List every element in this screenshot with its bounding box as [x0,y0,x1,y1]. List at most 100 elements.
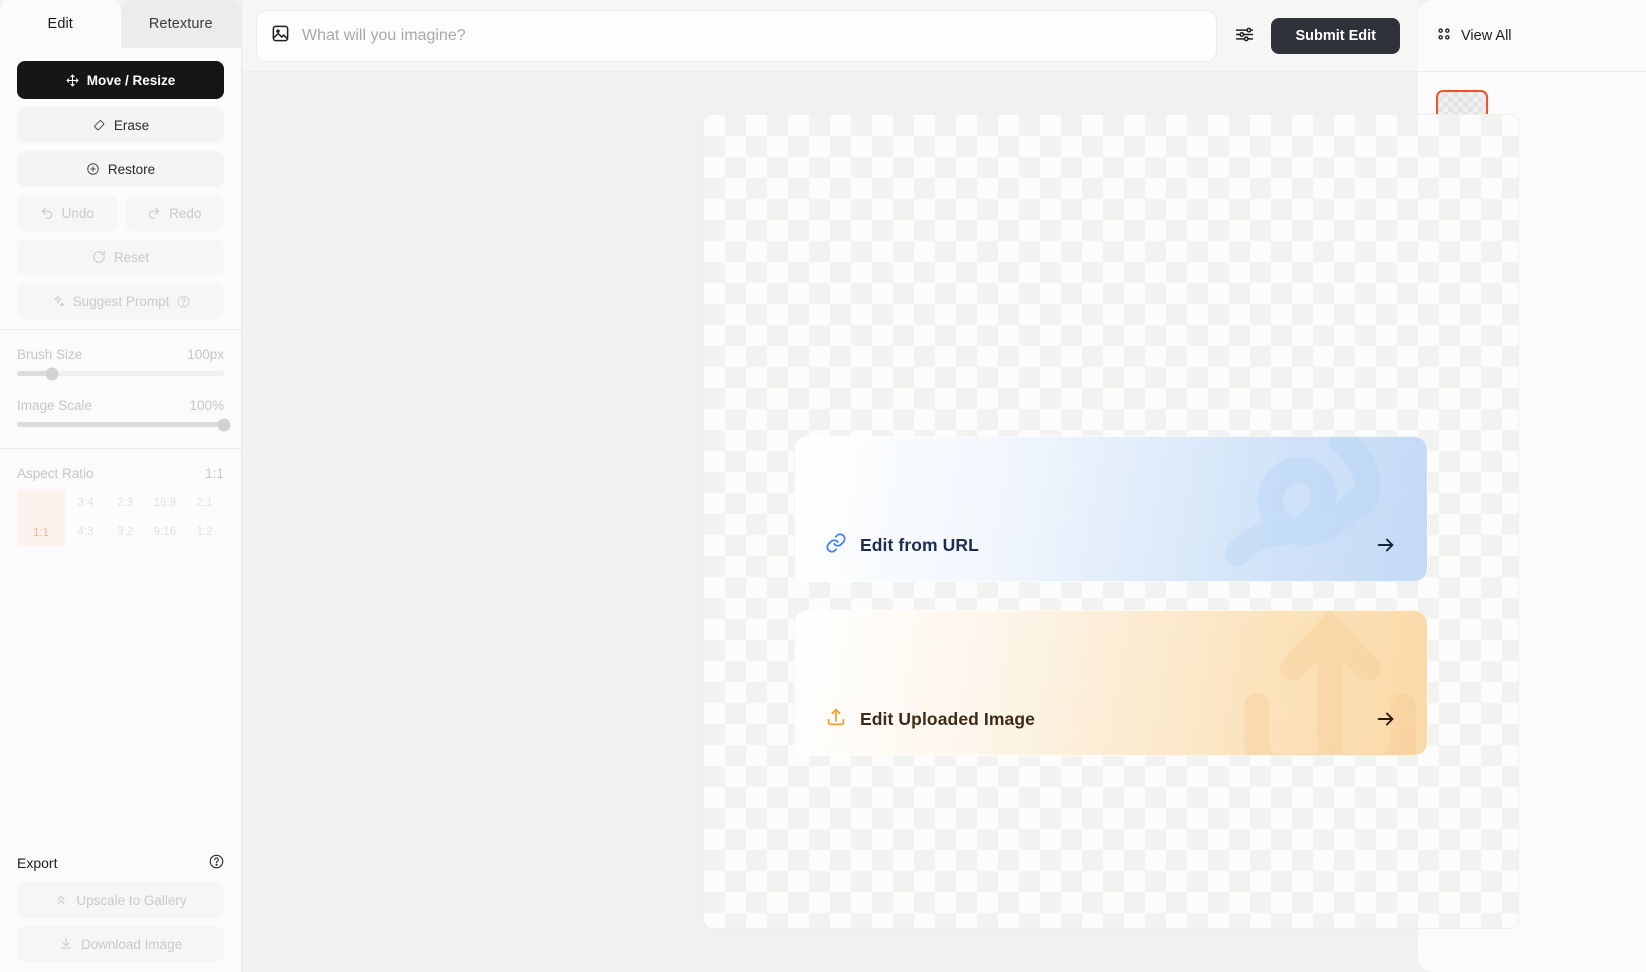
aspect-ratio-option-3-4-label: 3:4 [77,497,94,509]
reset-label: Reset [113,249,150,265]
suggest-prompt-label: Suggest Prompt [72,293,170,309]
brush-size-knob[interactable] [45,367,59,380]
aspect-ratio-option-2-3-label: 2:3 [117,497,134,509]
undo-arrow-icon [40,206,54,220]
restore-button[interactable]: Restore [17,151,224,187]
prompt-input[interactable] [302,26,1203,45]
aspect-ratio-option-4-3[interactable]: 4:3 [66,518,105,546]
aspect-ratio-label: Aspect Ratio [17,466,94,481]
canvas-area: Edit from URL Edit Uploaded Image [242,72,1519,972]
aspect-ratio-option-9-16[interactable]: 9:16 [145,518,185,546]
aspect-ratio-option-2-1[interactable]: 2:1 [185,489,224,517]
edit-uploaded-image-card[interactable]: Edit Uploaded Image [794,610,1428,756]
brush-size-slider[interactable] [17,367,224,380]
aspect-ratio-option-4-3-label: 4:3 [77,526,94,538]
tab-edit[interactable]: Edit [0,0,121,48]
move-resize-label: Move / Resize [86,72,176,88]
image-scale-knob[interactable] [217,418,231,431]
image-scale-label: Image Scale [17,398,93,413]
edit-from-url-card-footer: Edit from URL [795,509,1427,581]
aspect-ratio-option-3-2[interactable]: 3:2 [105,518,145,546]
erase-button[interactable]: Erase [17,107,224,143]
tab-retexture-label: Retexture [148,16,213,32]
restore-icon [86,162,100,176]
view-all-button[interactable]: View All [1418,0,1646,72]
image-scale-header: Image Scale 100% [17,398,224,413]
submit-edit-button[interactable]: Submit Edit [1271,17,1400,54]
upscale-to-gallery-label: Upscale to Gallery [76,892,187,908]
restore-label: Restore [107,161,156,177]
edit-uploaded-image-card-footer: Edit Uploaded Image [795,683,1427,755]
refresh-icon [92,250,106,264]
redo-button[interactable]: Redo [124,195,224,231]
aspect-ratio-option-3-2-label: 3:2 [117,526,134,538]
aspect-ratio-header: Aspect Ratio 1:1 [17,466,224,481]
aspect-ratio-option-9-16-label: 9:16 [153,526,177,538]
download-image-label: Download Image [80,936,183,952]
brush-size-label: Brush Size [17,347,83,362]
main-area: Submit Edit [242,0,1519,972]
export-header: Export [17,854,224,872]
image-icon [271,24,290,48]
arrow-right-icon [1375,534,1397,556]
edit-from-url-label: Edit from URL [860,534,979,555]
edit-from-url-card[interactable]: Edit from URL [794,436,1428,582]
edit-panel: Move / Resize Erase Restore Undo Redo Re… [0,48,241,854]
tab-edit-label: Edit [47,16,73,32]
aspect-ratio-value: 1:1 [205,466,224,481]
export-section: Export Upscale to Gallery Download Image [0,854,241,972]
app-root: Edit Retexture Move / Resize Erase Resto… [0,0,1646,972]
left-sidebar: Edit Retexture Move / Resize Erase Resto… [0,0,242,972]
download-icon [59,937,73,951]
aspect-ratio-option-16-9[interactable]: 16:9 [145,489,185,517]
image-scale-value: 100% [189,398,224,413]
image-scale-fill [17,422,224,427]
erase-label: Erase [113,117,150,133]
export-title: Export [17,855,58,871]
image-scale-block: Image Scale 100% [0,376,241,431]
aspect-ratio-option-1-1-label: 1:1 [33,527,49,539]
upload-icon [825,706,847,733]
tool-buttons: Move / Resize Erase Restore Undo Redo Re… [0,48,241,319]
view-all-label: View All [1461,27,1512,44]
aspect-ratio-option-1-1[interactable]: 1:1 [17,489,65,546]
aspect-ratio-option-1-2-label: 1:2 [196,526,213,538]
arrow-right-icon [1375,708,1397,730]
redo-label: Redo [169,205,202,221]
brush-size-block: Brush Size 100px [0,330,241,380]
grid-icon [1436,26,1452,46]
reset-button[interactable]: Reset [17,239,224,275]
download-image-button[interactable]: Download Image [17,926,224,962]
sliders-icon [1234,24,1255,48]
aspect-ratio-option-16-9-label: 16:9 [153,497,177,509]
eraser-icon [92,118,106,132]
upscale-to-gallery-button[interactable]: Upscale to Gallery [17,882,224,918]
image-scale-slider[interactable] [17,418,231,431]
top-toolbar: Submit Edit [242,0,1418,72]
suggest-prompt-button[interactable]: Suggest Prompt [17,283,224,319]
sidebar-tabs: Edit Retexture [0,0,241,48]
prompt-bar[interactable] [256,9,1218,62]
aspect-ratio-grid: 1:1 3:4 2:3 16:9 2:1 4:3 3:2 9:16 1:2 [17,489,224,546]
undo-label: Undo [61,205,94,221]
undo-button[interactable]: Undo [17,195,117,231]
help-circle-icon[interactable] [177,295,190,308]
aspect-ratio-block: Aspect Ratio 1:1 1:1 3:4 2:3 16:9 2:1 4:… [0,449,241,546]
brush-size-header: Brush Size 100px [17,347,224,362]
move-resize-button[interactable]: Move / Resize [17,61,224,99]
aspect-ratio-option-1-2[interactable]: 1:2 [185,518,224,546]
chevrons-up-icon [54,893,68,907]
history-buttons: Undo Redo [17,195,224,239]
redo-arrow-icon [147,206,161,220]
edit-uploaded-image-label: Edit Uploaded Image [860,708,1035,729]
tab-retexture[interactable]: Retexture [120,0,241,48]
aspect-ratio-option-2-3[interactable]: 2:3 [105,489,145,517]
sparkle-icon [51,294,65,308]
move-icon [66,74,79,87]
prompt-settings-button[interactable] [1227,19,1261,53]
aspect-ratio-option-3-4[interactable]: 3:4 [66,489,105,517]
link-icon [825,532,847,559]
aspect-ratio-option-2-1-label: 2:1 [196,497,213,509]
source-option-cards: Edit from URL Edit Uploaded Image [794,436,1428,784]
help-circle-icon[interactable] [209,854,224,872]
